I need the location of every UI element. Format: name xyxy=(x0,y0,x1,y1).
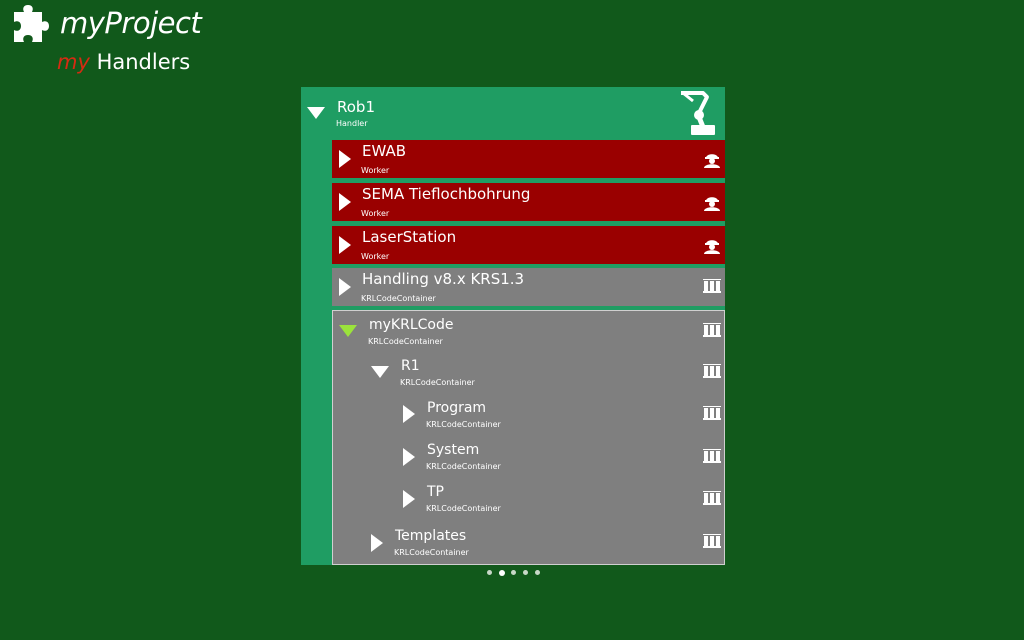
robot-arm-icon xyxy=(681,91,715,135)
puzzle-piece-icon xyxy=(14,5,49,42)
worker-row-laserstation[interactable]: LaserStation Worker xyxy=(332,226,725,264)
worker-name: EWAB xyxy=(362,142,407,160)
expand-arrow-right-icon[interactable] xyxy=(403,448,415,466)
worker-type: Worker xyxy=(361,209,390,218)
code-container-icon xyxy=(703,279,721,293)
tree-node-system[interactable]: System KRLCodeContainer xyxy=(333,438,724,478)
expand-arrow-right-icon[interactable] xyxy=(403,490,415,508)
page-dot-4[interactable] xyxy=(523,570,528,575)
subtitle-rest: Handlers xyxy=(89,50,191,74)
node-type: KRLCodeContainer xyxy=(368,337,443,346)
expand-arrow-down-icon[interactable] xyxy=(371,366,389,378)
worker-name: LaserStation xyxy=(362,228,457,246)
worker-row-ewab[interactable]: EWAB Worker xyxy=(332,140,725,178)
handler-name: Rob1 xyxy=(337,98,375,116)
node-type: KRLCodeContainer xyxy=(426,420,501,429)
node-name: Templates xyxy=(395,528,467,544)
worker-type: Worker xyxy=(361,252,390,261)
tree-node-r1[interactable]: R1 KRLCodeContainer xyxy=(333,353,724,393)
tree-node-program[interactable]: Program KRLCodeContainer xyxy=(333,395,724,435)
code-container-icon xyxy=(703,323,721,337)
node-name: System xyxy=(427,442,480,458)
app-header: myProject my Handlers xyxy=(0,0,300,80)
page-dot-2-active[interactable] xyxy=(499,569,505,576)
code-container-icon xyxy=(703,406,721,420)
code-container-icon xyxy=(703,534,721,548)
handler-type: Handler xyxy=(336,119,368,128)
handler-row-rob1[interactable]: Rob1 Handler xyxy=(301,87,725,139)
node-type: KRLCodeContainer xyxy=(426,504,501,513)
page-subtitle: my Handlers xyxy=(57,50,190,74)
tree-node-tp[interactable]: TP KRLCodeContainer xyxy=(333,480,724,520)
tree-node-mykrlcode[interactable]: myKRLCode KRLCodeContainer xyxy=(333,311,724,351)
node-type: KRLCodeContainer xyxy=(394,548,469,557)
worker-helmet-icon xyxy=(704,197,720,211)
code-container-icon xyxy=(703,449,721,463)
expand-arrow-right-icon[interactable] xyxy=(403,405,415,423)
worker-row-sema[interactable]: SEMA Tieflochbohrung Worker xyxy=(332,183,725,221)
page-indicator xyxy=(485,569,545,576)
expand-arrow-right-icon[interactable] xyxy=(339,193,351,211)
worker-name: SEMA Tieflochbohrung xyxy=(362,185,531,203)
node-type: KRLCodeContainer xyxy=(426,462,501,471)
expand-arrow-right-icon[interactable] xyxy=(339,278,351,296)
expand-arrow-right-icon[interactable] xyxy=(371,534,383,552)
container-row-handling[interactable]: Handling v8.x KRS1.3 KRLCodeContainer xyxy=(332,268,725,306)
app-title: myProject xyxy=(60,6,202,40)
expand-arrow-right-icon[interactable] xyxy=(339,236,351,254)
page-dot-3[interactable] xyxy=(511,570,516,575)
node-name: R1 xyxy=(401,358,420,374)
expand-arrow-down-icon[interactable] xyxy=(339,325,357,337)
expanded-group-mykrlcode: myKRLCode KRLCodeContainer R1 KRLCodeCon… xyxy=(332,310,725,565)
code-container-icon xyxy=(703,364,721,378)
subtitle-prefix: my xyxy=(57,50,90,74)
code-container-icon xyxy=(703,491,721,505)
expand-arrow-down-icon[interactable] xyxy=(307,107,325,119)
worker-helmet-icon xyxy=(704,154,720,168)
node-name: myKRLCode xyxy=(369,317,454,333)
page-dot-1[interactable] xyxy=(487,570,492,575)
node-name: Program xyxy=(427,400,487,416)
node-name: TP xyxy=(427,484,444,500)
page-dot-5[interactable] xyxy=(535,570,540,575)
worker-type: Worker xyxy=(361,166,390,175)
handler-tree-panel: Rob1 Handler EWAB Worker SEMA Tieflochbo… xyxy=(301,87,725,565)
expand-arrow-right-icon[interactable] xyxy=(339,150,351,168)
worker-helmet-icon xyxy=(704,240,720,254)
container-type: KRLCodeContainer xyxy=(361,294,436,303)
node-type: KRLCodeContainer xyxy=(400,378,475,387)
container-name: Handling v8.x KRS1.3 xyxy=(362,270,525,288)
tree-node-templates[interactable]: Templates KRLCodeContainer xyxy=(333,523,724,563)
